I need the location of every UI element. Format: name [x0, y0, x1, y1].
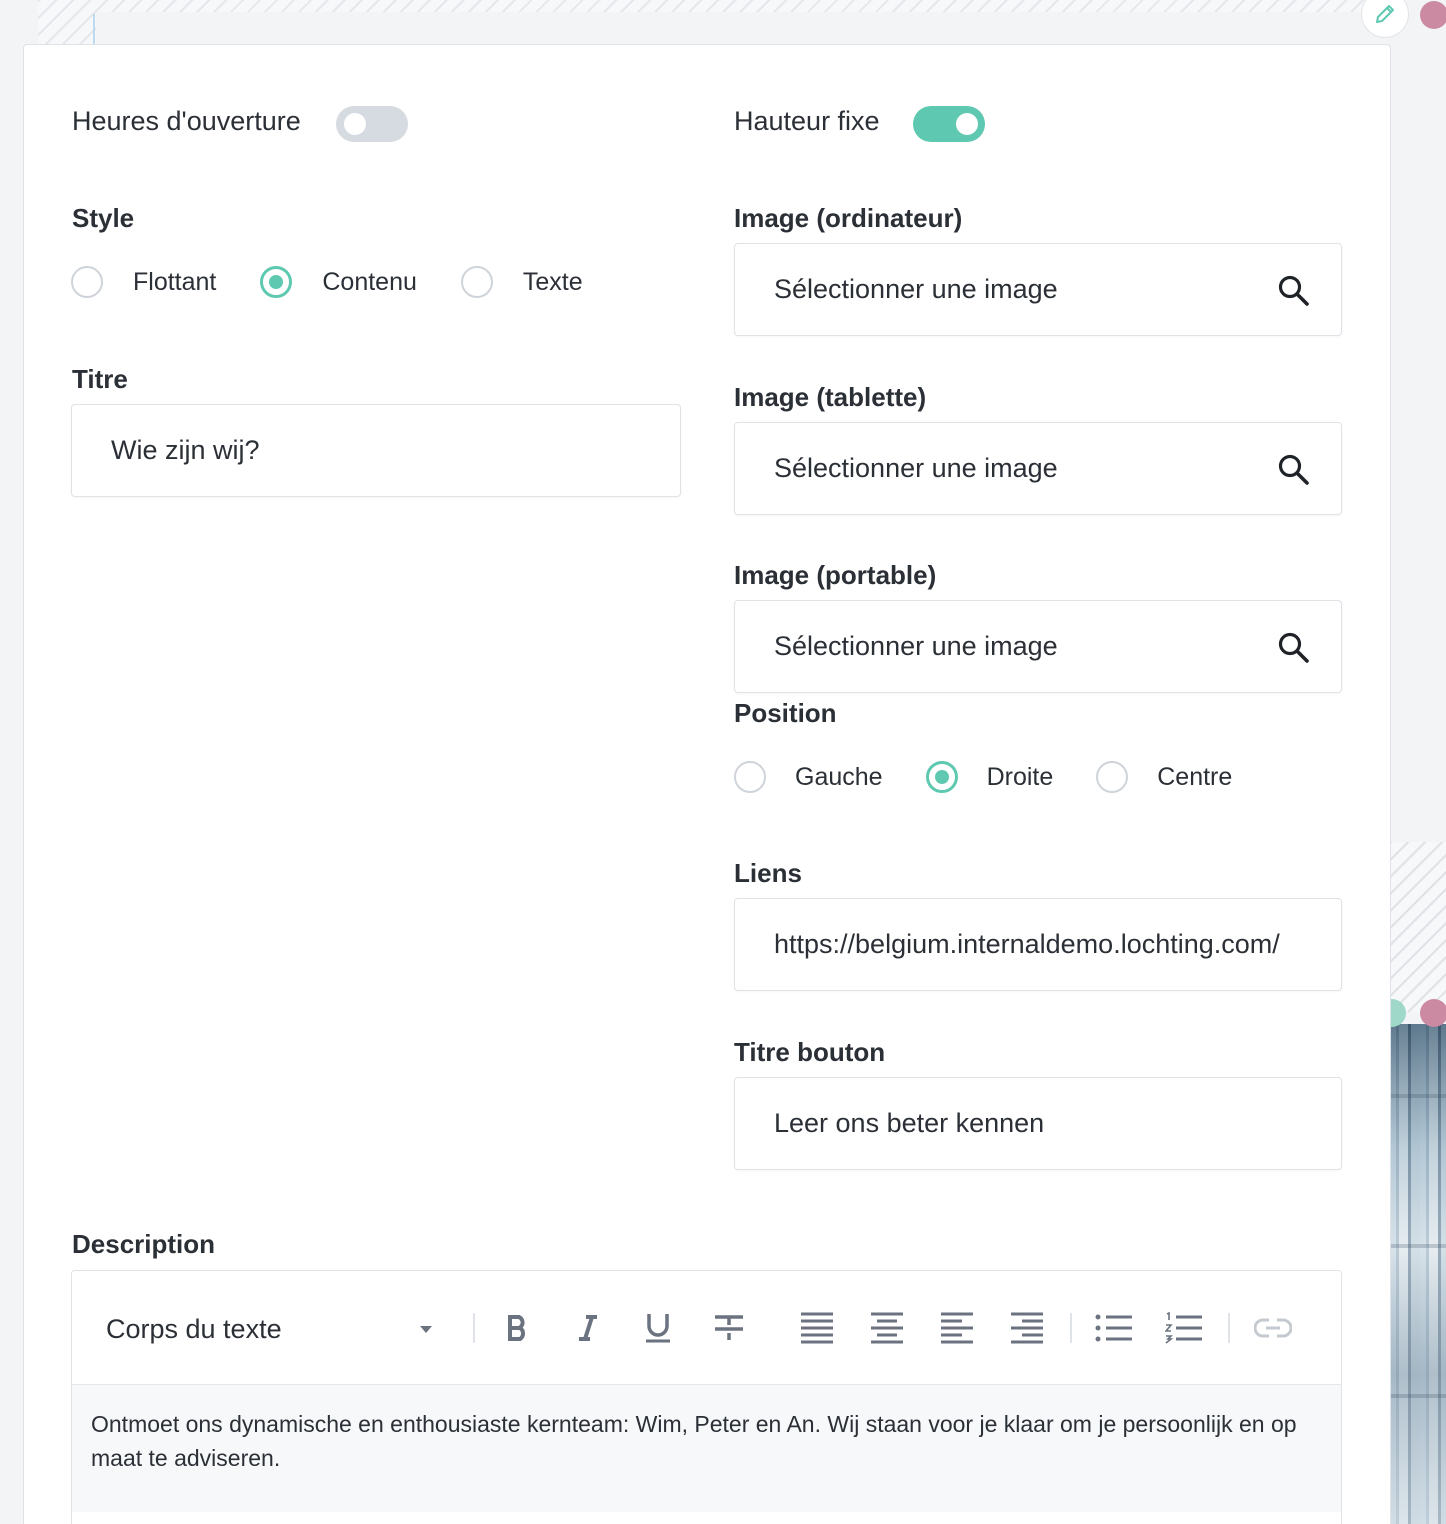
image-desktop-placeholder: Sélectionner une image	[774, 274, 1058, 304]
toolbar-divider	[1070, 1313, 1072, 1343]
strikethrough-icon	[715, 1315, 743, 1340]
image-mobile-placeholder: Sélectionner une image	[774, 631, 1058, 661]
numbered-list-icon	[1165, 1312, 1202, 1344]
background-hatch-top	[38, 0, 1388, 12]
align-justify-button[interactable]	[797, 1309, 837, 1347]
title-input[interactable]: Wie zijn wij?	[71, 404, 681, 497]
position-radio-group: Gauche Droite Centre	[734, 761, 1232, 793]
description-label: Description	[72, 1229, 216, 1259]
image-tablet-placeholder: Sélectionner une image	[774, 453, 1058, 483]
chevron-down-icon	[420, 1326, 432, 1333]
align-right-icon	[1011, 1312, 1043, 1344]
text-format-select[interactable]: Corps du texte	[106, 1311, 436, 1347]
style-radio-flottant[interactable]	[71, 266, 103, 298]
link-icon	[1254, 1318, 1292, 1338]
strikethrough-button[interactable]	[709, 1309, 749, 1347]
button-title-input-value: Leer ons beter kennen	[774, 1108, 1045, 1138]
image-desktop-picker[interactable]: Sélectionner une image	[734, 243, 1342, 336]
image-mobile-picker[interactable]: Sélectionner une image	[734, 600, 1342, 693]
fixed-height-toggle[interactable]	[913, 106, 985, 142]
align-left-button[interactable]	[937, 1309, 977, 1347]
style-option-label: Contenu	[322, 267, 417, 296]
position-radio-centre[interactable]	[1096, 761, 1129, 793]
editor-content[interactable]: Ontmoet ons dynamische en enthousiaste k…	[72, 1385, 1341, 1512]
link-button[interactable]	[1253, 1309, 1293, 1347]
position-option-label: Gauche	[795, 762, 883, 791]
opening-hours-toggle[interactable]	[336, 106, 408, 142]
editor-toolbar: Corps du texte	[72, 1271, 1341, 1385]
position-option-label: Centre	[1157, 762, 1233, 791]
underline-icon	[646, 1314, 670, 1343]
align-right-button[interactable]	[1007, 1309, 1047, 1347]
style-option-label: Texte	[522, 267, 583, 296]
search-icon[interactable]	[1277, 274, 1311, 308]
underline-button[interactable]	[638, 1309, 678, 1347]
title-input-value: Wie zijn wij?	[111, 435, 260, 465]
toolbar-divider	[473, 1313, 475, 1343]
position-radio-gauche[interactable]	[734, 761, 766, 793]
image-mobile-label: Image (portable)	[734, 560, 937, 590]
toolbar-divider	[1228, 1313, 1230, 1343]
align-left-icon	[941, 1312, 973, 1344]
style-radio-group: Flottant Contenu Texte	[71, 266, 583, 298]
search-icon[interactable]	[1277, 631, 1311, 665]
bold-button[interactable]	[498, 1309, 538, 1347]
toggle-knob	[956, 113, 978, 135]
rich-text-editor: Corps du texte Ontmoet ons dynamische en…	[71, 1270, 1342, 1524]
bullet-list-button[interactable]	[1094, 1309, 1134, 1347]
title-label: Titre	[72, 364, 128, 394]
fixed-height-label: Hauteur fixe	[734, 106, 880, 136]
style-radio-texte[interactable]	[460, 266, 493, 298]
style-option-label: Flottant	[133, 267, 217, 296]
style-radio-contenu[interactable]	[260, 266, 293, 298]
search-icon[interactable]	[1277, 453, 1311, 487]
links-label: Liens	[734, 858, 802, 888]
background-hatch-right	[1390, 842, 1446, 1012]
italic-button[interactable]	[568, 1309, 608, 1347]
image-tablet-picker[interactable]: Sélectionner une image	[734, 422, 1342, 515]
button-title-input[interactable]: Leer ons beter kennen	[734, 1077, 1342, 1170]
block-settings-panel: Heures d'ouverture Hauteur fixe Style Fl…	[23, 44, 1391, 1524]
style-label: Style	[72, 203, 135, 233]
edit-button[interactable]	[1361, 0, 1409, 38]
align-center-icon	[871, 1312, 903, 1344]
background-hatch-left	[38, 0, 96, 44]
image-tablet-label: Image (tablette)	[734, 382, 927, 412]
links-input-value: https://belgium.internaldemo.lochting.co…	[774, 929, 1280, 959]
text-format-value: Corps du texte	[106, 1313, 282, 1344]
block-handle-dot[interactable]	[1420, 1, 1446, 29]
numbered-list-button[interactable]	[1164, 1309, 1204, 1347]
position-label: Position	[734, 698, 837, 728]
bold-icon	[508, 1315, 525, 1341]
background-photo	[1390, 1024, 1446, 1524]
opening-hours-label: Heures d'ouverture	[72, 106, 301, 136]
align-center-button[interactable]	[867, 1309, 907, 1347]
button-title-label: Titre bouton	[734, 1037, 886, 1067]
text-cursor	[93, 14, 95, 44]
align-justify-icon	[801, 1312, 833, 1344]
image-desktop-label: Image (ordinateur)	[734, 203, 963, 233]
italic-icon	[579, 1315, 597, 1341]
links-input[interactable]: https://belgium.internaldemo.lochting.co…	[734, 898, 1342, 991]
toggle-knob	[344, 113, 366, 135]
bullet-list-icon	[1095, 1314, 1132, 1342]
pencil-icon	[1376, 5, 1394, 23]
block-handle-dot[interactable]	[1420, 999, 1446, 1027]
position-option-label: Droite	[986, 762, 1054, 791]
position-radio-droite[interactable]	[925, 761, 958, 793]
